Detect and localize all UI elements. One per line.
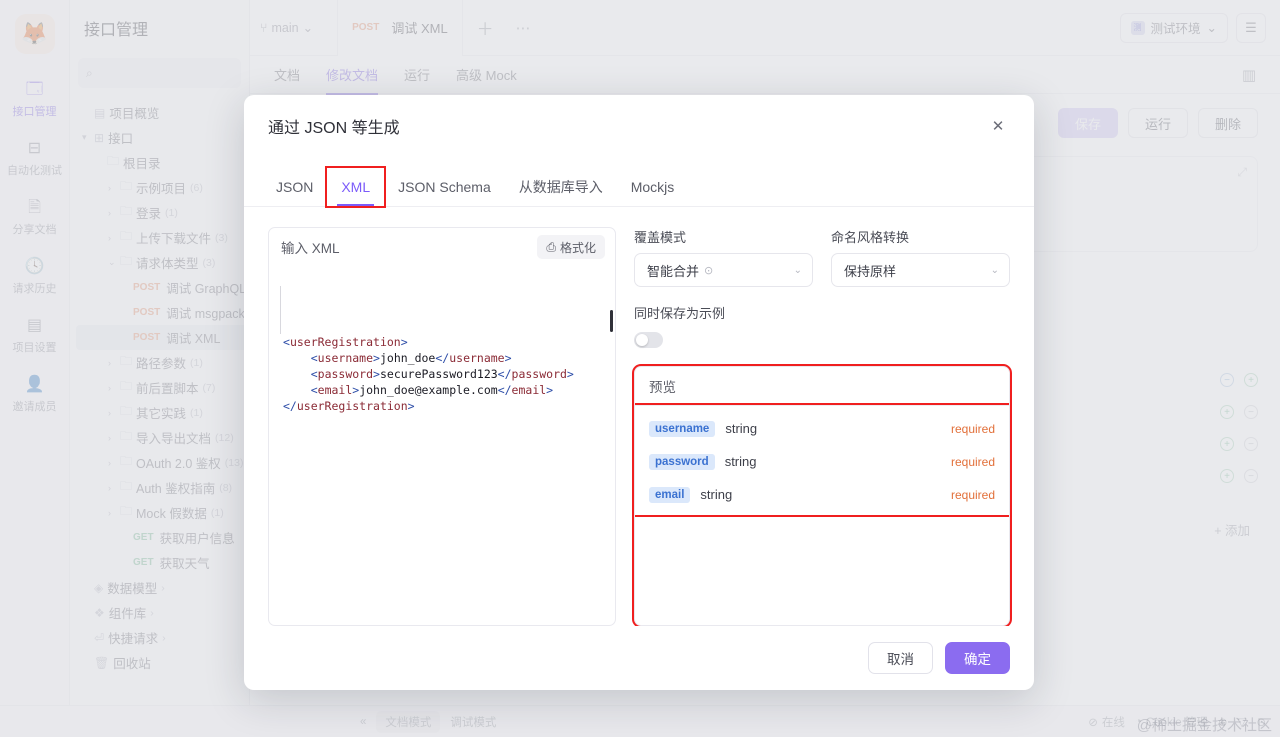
naming-style-field: 命名风格转换 保持原样 ⌄ bbox=[831, 227, 1010, 287]
options-column: 覆盖模式 智能合并 ⊙ ⌄ 命名风格转换 保持原样 ⌄ 同时保存为示例 预览 u… bbox=[632, 227, 1012, 626]
code-line: </userRegistration> bbox=[283, 399, 415, 413]
code-line: <password>securePassword123</password> bbox=[310, 367, 574, 381]
code-line: <username>john_doe</username> bbox=[310, 351, 512, 365]
confirm-button[interactable]: 确定 bbox=[945, 642, 1010, 674]
xml-input-column: 输入 XML ⎙ 格式化 <userRegistration> <usernam… bbox=[268, 227, 616, 626]
code-line: <userRegistration> bbox=[283, 335, 408, 349]
preview-box: 预览 username string required password string r… bbox=[632, 364, 1012, 626]
format-icon: ⎙ bbox=[546, 239, 556, 254]
modal-tab-json-schema[interactable]: JSON Schema bbox=[384, 168, 505, 206]
overwrite-mode-field: 覆盖模式 智能合并 ⊙ ⌄ bbox=[634, 227, 813, 287]
modal-tab-label: Mockjs bbox=[630, 179, 675, 195]
chevron-down-icon: ⌄ bbox=[990, 264, 999, 276]
field-name-chip: password bbox=[649, 453, 715, 470]
modal-body: 输入 XML ⎙ 格式化 <userRegistration> <usernam… bbox=[244, 207, 1034, 626]
preview-row: password string required bbox=[635, 445, 1009, 478]
field-type: string bbox=[725, 421, 758, 436]
close-icon[interactable]: ✕ bbox=[986, 114, 1010, 138]
modal-tab-xml[interactable]: XML bbox=[325, 166, 387, 208]
modal-header: 通过 JSON 等生成 ✕ bbox=[244, 95, 1034, 157]
modal-title: 通过 JSON 等生成 bbox=[268, 120, 400, 137]
modal-tab-label: JSON Schema bbox=[398, 179, 491, 195]
modal-tab-mockjs[interactable]: Mockjs bbox=[617, 168, 689, 206]
json-generate-modal: 通过 JSON 等生成 ✕ JSON XML JSON Schema 从数据库导入 Mo… bbox=[244, 95, 1034, 690]
modal-tab-label: XML bbox=[341, 179, 371, 195]
field-name-chip: email bbox=[649, 486, 691, 503]
modal-tab-bar: JSON XML JSON Schema 从数据库导入 Mockjs bbox=[244, 157, 1034, 208]
preview-rows: username string required password string requ… bbox=[635, 403, 1009, 517]
xml-code-editor[interactable]: <userRegistration> <username>john_doe</u… bbox=[269, 266, 615, 625]
options-row: 覆盖模式 智能合并 ⊙ ⌄ 命名风格转换 保持原样 ⌄ bbox=[634, 227, 1010, 287]
naming-style-label: 命名风格转换 bbox=[831, 230, 910, 245]
field-required: required bbox=[950, 454, 995, 469]
save-as-example-label: 同时保存为示例 bbox=[634, 306, 726, 321]
format-button[interactable]: ⎙ 格式化 bbox=[537, 235, 605, 259]
modal-tab-label: 从数据库导入 bbox=[518, 179, 603, 195]
xml-input-label: 输入 XML bbox=[281, 241, 340, 256]
cancel-button[interactable]: 取消 bbox=[868, 642, 933, 674]
xml-input-header: 输入 XML ⎙ 格式化 bbox=[269, 228, 615, 266]
naming-style-select[interactable]: 保持原样 ⌄ bbox=[831, 253, 1010, 287]
save-as-example-toggle[interactable] bbox=[634, 332, 663, 348]
field-type: string bbox=[724, 454, 757, 469]
code-line: <email>john_doe@example.com</email> bbox=[310, 383, 554, 397]
field-type: string bbox=[700, 487, 733, 502]
code-scrollbar[interactable] bbox=[610, 310, 613, 332]
field-required: required bbox=[950, 487, 995, 502]
xml-input-box: 输入 XML ⎙ 格式化 <userRegistration> <usernam… bbox=[268, 227, 616, 626]
field-name-chip: username bbox=[649, 420, 716, 437]
field-required: required bbox=[950, 421, 995, 436]
overwrite-mode-label: 覆盖模式 bbox=[634, 230, 687, 245]
preview-label: 预览 bbox=[649, 380, 676, 395]
modal-tab-json[interactable]: JSON bbox=[268, 168, 327, 206]
chevron-down-icon: ⌄ bbox=[793, 264, 802, 276]
modal-tab-从数据库导入[interactable]: 从数据库导入 bbox=[505, 168, 617, 206]
preview-row: email string required bbox=[635, 478, 1009, 511]
modal-footer: 取消 确定 bbox=[244, 626, 1034, 690]
indent-guide bbox=[280, 286, 281, 334]
modal-tab-label: JSON bbox=[276, 179, 314, 195]
question-circle-icon[interactable]: ⊙ bbox=[704, 264, 713, 277]
preview-row: username string required bbox=[635, 412, 1009, 445]
toggle-knob bbox=[636, 334, 648, 346]
overwrite-mode-value: 智能合并 bbox=[647, 263, 700, 279]
format-label: 格式化 bbox=[559, 240, 596, 255]
naming-style-value: 保持原样 bbox=[844, 263, 897, 279]
overwrite-mode-select[interactable]: 智能合并 ⊙ ⌄ bbox=[634, 253, 813, 287]
